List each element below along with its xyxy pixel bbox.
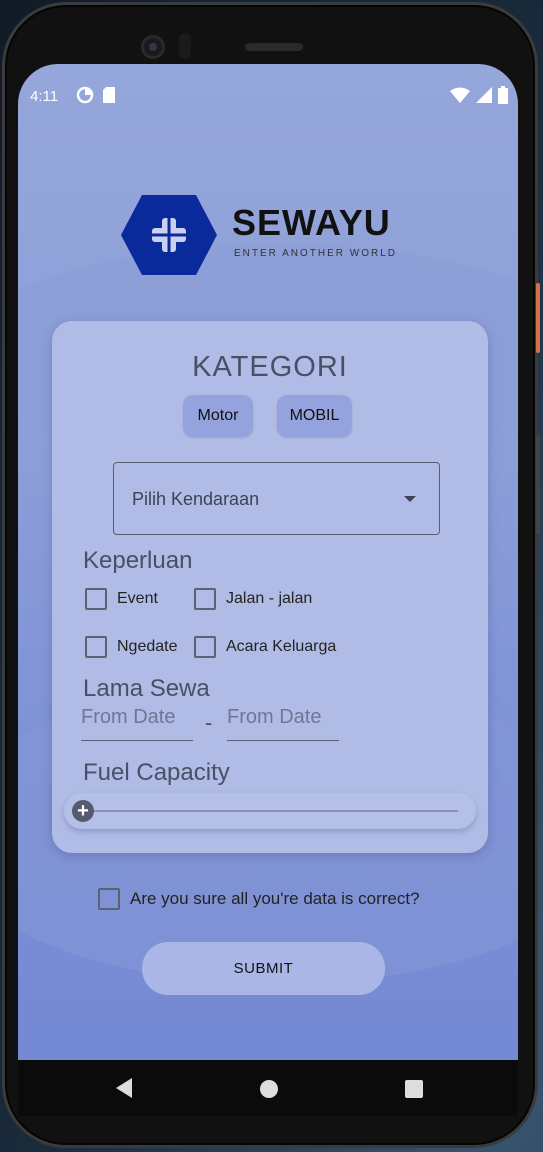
checkbox[interactable] xyxy=(194,588,216,610)
data-saver-icon xyxy=(76,86,94,104)
signal-icon xyxy=(476,87,492,103)
earpiece-speaker xyxy=(245,43,303,51)
purpose-option-ngedate[interactable]: Ngedate xyxy=(85,636,178,658)
front-camera xyxy=(141,35,165,59)
logo-name: SEWAYU xyxy=(232,202,391,243)
checkbox-label: Event xyxy=(117,590,158,607)
checkbox[interactable] xyxy=(85,588,107,610)
purpose-option-jalan-jalan[interactable]: Jalan - jalan xyxy=(194,588,312,610)
purpose-option-event[interactable]: Event xyxy=(85,588,158,610)
app-screen: 4:11 SEWAYU ENTER ANOTHER WORLD KATEGORI… xyxy=(18,64,518,1060)
sensor xyxy=(179,33,191,59)
rental-form-card: KATEGORI Motor MOBIL Pilih Kendaraan Kep… xyxy=(52,321,488,853)
volume-button xyxy=(536,435,540,535)
checkbox-label: Ngedate xyxy=(117,638,178,655)
from-date-placeholder: From Date xyxy=(81,706,176,728)
recents-icon[interactable] xyxy=(405,1080,423,1098)
to-date-placeholder: From Date xyxy=(227,706,322,728)
checkbox-label: Jalan - jalan xyxy=(226,590,313,607)
system-navigation-bar xyxy=(18,1060,518,1116)
fuel-capacity-slider[interactable]: + xyxy=(64,793,476,829)
date-separator: - xyxy=(205,710,213,735)
logo-tagline: ENTER ANOTHER WORLD xyxy=(234,248,398,259)
checkbox[interactable] xyxy=(85,636,107,658)
home-icon[interactable] xyxy=(260,1080,278,1098)
fuel-capacity-label: Fuel Capacity xyxy=(83,759,230,786)
slider-thumb-plus-icon[interactable]: + xyxy=(72,800,94,822)
dropdown-arrow-icon xyxy=(404,496,416,502)
battery-icon xyxy=(498,86,508,104)
status-time: 4:11 xyxy=(30,88,59,105)
from-date-input[interactable]: From Date xyxy=(81,706,193,741)
submit-button[interactable]: SUBMIT xyxy=(142,942,385,995)
confirm-checkbox[interactable] xyxy=(98,888,120,910)
mobil-chip[interactable]: MOBIL xyxy=(277,395,352,437)
form-title: KATEGORI xyxy=(192,351,348,383)
wifi-icon xyxy=(450,87,470,103)
sd-card-icon xyxy=(103,87,115,103)
power-button xyxy=(536,283,540,353)
gamepad-logo-icon xyxy=(121,195,217,275)
checkbox[interactable] xyxy=(194,636,216,658)
app-logo: SEWAYU ENTER ANOTHER WORLD xyxy=(120,194,420,276)
confirm-data-checkbox-row[interactable]: Are you sure all you're data is correct? xyxy=(98,888,420,910)
purpose-option-acara-keluarga[interactable]: Acara Keluarga xyxy=(194,636,336,658)
status-bar: 4:11 xyxy=(18,64,518,124)
purpose-label: Keperluan xyxy=(83,547,193,574)
motor-chip[interactable]: Motor xyxy=(183,395,253,437)
slider-track[interactable] xyxy=(84,810,458,812)
checkbox-label: Acara Keluarga xyxy=(226,638,337,655)
to-date-input[interactable]: From Date xyxy=(227,706,339,741)
confirm-label: Are you sure all you're data is correct? xyxy=(130,889,420,908)
back-icon[interactable] xyxy=(116,1078,132,1098)
vehicle-dropdown[interactable]: Pilih Kendaraan xyxy=(113,462,440,535)
duration-label: Lama Sewa xyxy=(83,675,210,702)
vehicle-dropdown-placeholder: Pilih Kendaraan xyxy=(132,489,260,509)
